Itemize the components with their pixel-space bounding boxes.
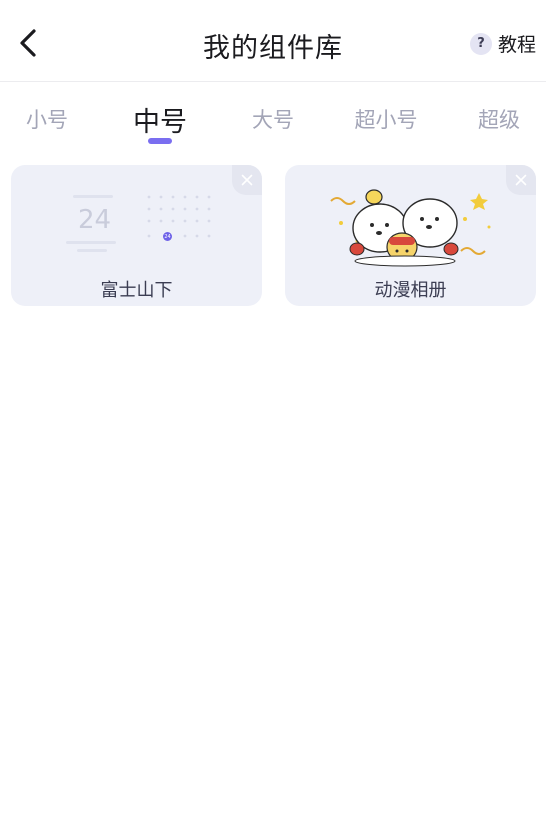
tutorial-button[interactable]: ? 教程 bbox=[469, 30, 536, 57]
remove-widget-button[interactable] bbox=[506, 165, 536, 195]
question-icon: ? bbox=[469, 32, 492, 55]
header-bar: 我的组件库 ? 教程 bbox=[0, 0, 546, 82]
tutorial-label: 教程 bbox=[497, 34, 536, 56]
widget-name: 富士山下 bbox=[100, 280, 173, 301]
tab-super[interactable]: 超级 bbox=[478, 104, 520, 134]
remove-widget-button[interactable] bbox=[232, 165, 262, 195]
calendar-today-badge: 24 bbox=[163, 232, 172, 241]
clock-number: 24 bbox=[78, 205, 112, 235]
tab-large[interactable]: 大号 bbox=[252, 104, 294, 134]
size-tabs: 小号 中号 大号 超小号 超级 bbox=[0, 100, 546, 150]
widget-card-fuji[interactable]: 24 24 富士山下 bbox=[11, 165, 262, 306]
close-icon bbox=[241, 174, 253, 186]
widget-card-anime-album[interactable]: 动漫相册 bbox=[285, 165, 536, 306]
tab-small[interactable]: 小号 bbox=[26, 104, 68, 134]
widget-preview-fuji: 24 24 bbox=[11, 165, 262, 269]
close-icon bbox=[515, 174, 527, 186]
widget-name: 动漫相册 bbox=[374, 280, 447, 301]
widget-preview-anime bbox=[285, 165, 536, 269]
tab-extra-small[interactable]: 超小号 bbox=[355, 104, 418, 134]
cartoon-puppies-image bbox=[330, 189, 491, 267]
tab-medium[interactable]: 中号 bbox=[133, 100, 187, 139]
clock-calendar-preview bbox=[66, 195, 211, 252]
page-title: 我的组件库 bbox=[203, 33, 343, 64]
active-tab-indicator bbox=[148, 138, 172, 144]
